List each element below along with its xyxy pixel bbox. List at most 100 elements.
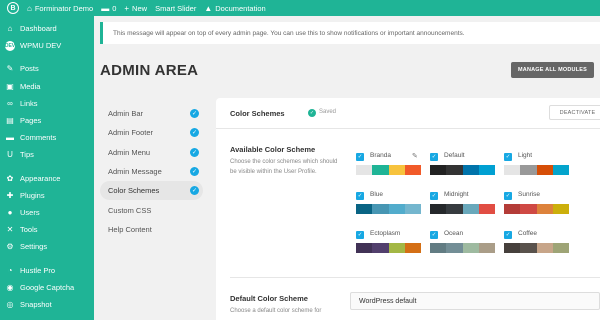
sidebar-item-settings[interactable]: ⚙ Settings [0, 238, 94, 255]
tab-label: Admin Footer [108, 128, 154, 138]
sidebar-item-label: Appearance [20, 173, 61, 183]
sidebar-item-google-captcha[interactable]: ◉ Google Captcha [0, 279, 94, 296]
scheme-name: Coffee [518, 230, 538, 237]
sidebar-item-label: Posts [20, 64, 39, 74]
tips-icon: U [7, 150, 13, 160]
tab-color-schemes[interactable]: Color Schemes ✓ [100, 181, 203, 201]
tab-admin-menu[interactable]: Admin Menu ✓ [100, 143, 203, 162]
sidebar-item-label: Tips [20, 150, 34, 160]
pages-icon: ▤ [6, 116, 14, 126]
default-scheme-description: Choose a default color scheme for [230, 308, 322, 314]
sidebar-item-plugins[interactable]: ✚ Plugins [0, 187, 94, 204]
smart-slider-label: Smart Slider [155, 3, 197, 13]
tab-label: Admin Bar [108, 109, 144, 119]
admin-notice: This message will appear on top of every… [100, 22, 600, 44]
sidebar-item-appearance[interactable]: ✿ Appearance [0, 170, 94, 187]
checkbox-checked-icon[interactable]: ✓ [430, 231, 438, 239]
sidebar-item-posts[interactable]: ✎ Posts [0, 60, 94, 77]
scheme-swatches [430, 243, 496, 253]
checkbox-checked-icon[interactable]: ✓ [504, 153, 512, 161]
admin-bar-comments[interactable]: ▬ 0 [97, 0, 120, 16]
plugins-icon: ✚ [6, 190, 14, 200]
tab-admin-message[interactable]: Admin Message ✓ [100, 162, 203, 181]
admin-bar: B ⌂ Forminator Demo ▬ 0 + New Smart Slid… [0, 0, 600, 16]
sidebar-item-wpmu-dev[interactable]: DEV WPMU DEV [0, 37, 94, 54]
admin-sidebar: ⌂ Dashboard DEV WPMU DEV ✎ Posts ▣ Media… [0, 16, 94, 320]
default-scheme-select[interactable]: WordPress default [350, 292, 600, 310]
tab-label: Admin Menu [108, 147, 151, 157]
admin-bar-site[interactable]: ⌂ Forminator Demo [23, 0, 97, 16]
checkbox-checked-icon[interactable]: ✓ [356, 192, 364, 200]
sidebar-item-tips[interactable]: U Tips [0, 146, 94, 163]
sidebar-item-tools[interactable]: ✕ Tools [0, 221, 94, 238]
scheme-swatches [356, 243, 422, 253]
site-name: Forminator Demo [34, 3, 94, 13]
check-circle-icon: ✓ [190, 167, 199, 177]
sidebar-item-media[interactable]: ▣ Media [0, 78, 94, 95]
default-scheme-title: Default Color Scheme [230, 294, 308, 303]
scheme-swatches [430, 165, 496, 175]
admin-bar-logo[interactable]: B [0, 0, 23, 16]
link-icon: ∞ [7, 98, 13, 108]
section-divider [230, 277, 600, 278]
tab-admin-footer[interactable]: Admin Footer ✓ [100, 123, 203, 142]
sidebar-item-label: Pages [20, 116, 42, 126]
sidebar-item-label: WPMU DEV [20, 41, 62, 51]
sidebar-item-dashboard[interactable]: ⌂ Dashboard [0, 20, 94, 37]
scheme-name: Ocean [444, 230, 464, 237]
scheme-swatches [504, 204, 570, 214]
pencil-icon[interactable]: ✎ [412, 152, 418, 160]
sidebar-item-label: Plugins [20, 190, 45, 200]
sidebar-item-label: Settings [20, 242, 48, 252]
deactivate-button[interactable]: DEACTIVATE [549, 105, 600, 120]
card-title: Color Schemes [230, 108, 285, 118]
saved-status: Saved [319, 109, 337, 115]
scheme-name: Light [518, 152, 533, 159]
notice-text: This message will appear on top of every… [113, 29, 465, 37]
tab-help-content[interactable]: Help Content [100, 220, 203, 239]
available-schemes-title: Available Color Scheme [230, 145, 316, 154]
snapshot-icon: ◎ [6, 299, 14, 309]
comments-icon: ▬ [6, 133, 14, 143]
documentation-label: Documentation [215, 3, 266, 13]
comments-count: 0 [112, 3, 117, 13]
tab-admin-bar[interactable]: Admin Bar ✓ [100, 104, 203, 123]
admin-bar-new[interactable]: + New [120, 0, 151, 16]
sidebar-item-users[interactable]: ● Users [0, 204, 94, 221]
checkbox-checked-icon[interactable]: ✓ [430, 153, 438, 161]
tab-label: Custom CSS [108, 205, 152, 215]
hustle-icon: ◔ [7, 265, 13, 275]
color-schemes-card: Color Schemes ✓ Saved DEACTIVATE Availab… [216, 98, 600, 320]
plus-icon: + [124, 3, 130, 13]
settings-icon: ⚙ [6, 242, 14, 252]
scheme-name: Blue [370, 191, 384, 198]
tools-icon: ✕ [6, 225, 14, 235]
manage-all-modules-button[interactable]: MANAGE ALL MODULES [511, 62, 594, 78]
sidebar-item-snapshot[interactable]: ◎ Snapshot [0, 296, 94, 313]
sidebar-item-comments[interactable]: ▬ Comments [0, 129, 94, 146]
available-schemes-description: Choose the color schemes which should be… [230, 159, 338, 175]
sidebar-item-label: Dashboard [20, 24, 57, 34]
comment-icon: ▬ [101, 3, 110, 13]
scheme-swatches [356, 204, 422, 214]
home-icon: ⌂ [27, 3, 32, 13]
checkbox-checked-icon[interactable]: ✓ [430, 192, 438, 200]
check-circle-icon: ✓ [190, 147, 199, 157]
scheme-name: Midnight [444, 191, 469, 198]
wpmu-dev-icon: DEV [4, 40, 16, 51]
sidebar-item-hustle-pro[interactable]: ◔ Hustle Pro [0, 261, 94, 278]
checkbox-checked-icon[interactable]: ✓ [356, 153, 364, 161]
checkbox-checked-icon[interactable]: ✓ [356, 231, 364, 239]
sidebar-item-label: Users [20, 207, 40, 217]
admin-bar-documentation[interactable]: ▲ Documentation [200, 0, 269, 16]
sidebar-item-pages[interactable]: ▤ Pages [0, 112, 94, 129]
sidebar-item-label: Media [20, 81, 41, 91]
checkbox-checked-icon[interactable]: ✓ [504, 231, 512, 239]
scheme-name: Ectoplasm [370, 230, 401, 237]
sidebar-item-links[interactable]: ∞ Links [0, 95, 94, 112]
admin-bar-smart-slider[interactable]: Smart Slider [151, 0, 200, 16]
scheme-swatches [430, 204, 496, 214]
tab-custom-css[interactable]: Custom CSS [100, 200, 203, 219]
scheme-swatches [356, 165, 422, 175]
checkbox-checked-icon[interactable]: ✓ [504, 192, 512, 200]
